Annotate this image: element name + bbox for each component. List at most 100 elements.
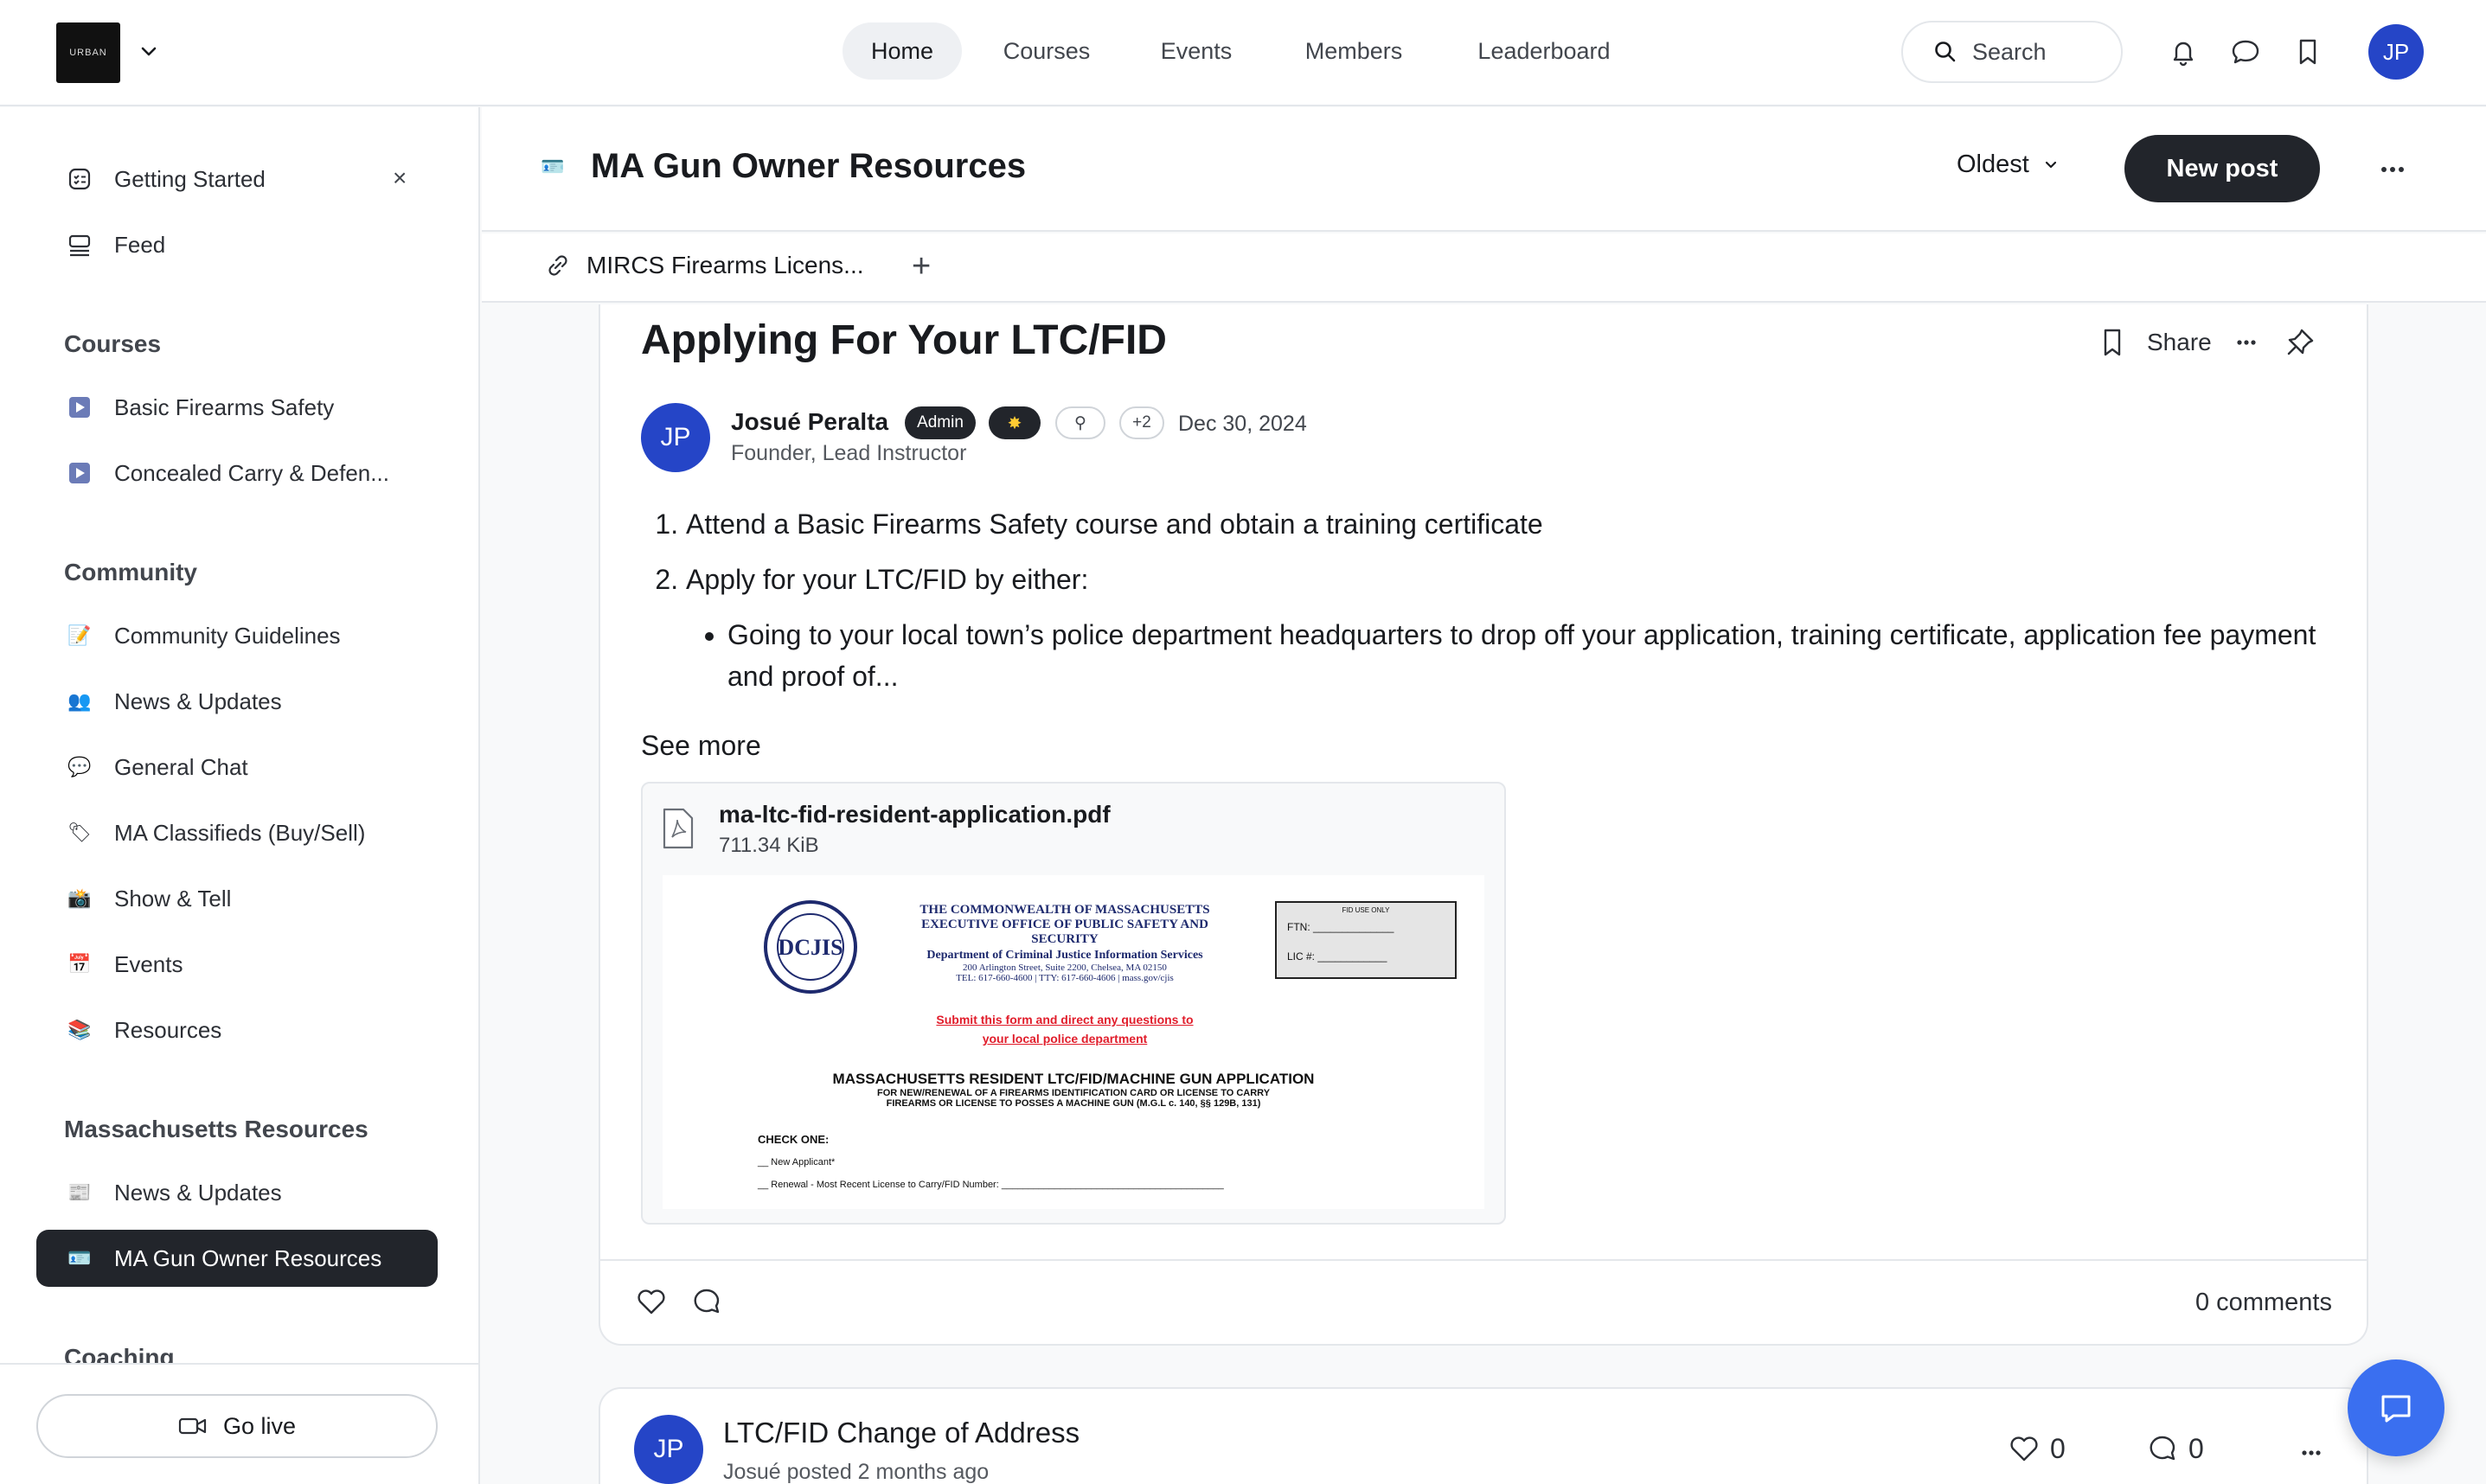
comment-count-value: 0: [2188, 1432, 2204, 1464]
form-subtitle: FOR NEW/RENEWAL OF A FIREARMS IDENTIFICA…: [876, 1088, 1271, 1098]
sidebar-item-basic-firearms-safety[interactable]: Basic Firearms Safety: [36, 379, 438, 436]
post-actions: Share: [2097, 325, 2317, 360]
post-meta: Josué posted 2 months ago: [723, 1460, 990, 1484]
space-link-label: MIRCS Firearms Licens...: [586, 252, 864, 278]
go-live-button[interactable]: Go live: [36, 1394, 438, 1458]
comments-count[interactable]: 0 comments: [2195, 1289, 2332, 1317]
sidebar-item-feed[interactable]: Feed: [36, 216, 438, 273]
close-icon[interactable]: ×: [393, 164, 419, 191]
sidebar-item-getting-started[interactable]: Getting Started: [36, 150, 438, 208]
nav-tab-events[interactable]: Events: [1140, 22, 1253, 80]
author-role: Founder, Lead Instructor: [731, 441, 967, 465]
more-badges[interactable]: +2: [1119, 406, 1164, 439]
go-live-label: Go live: [222, 1412, 297, 1439]
sidebar-item-label: Concealed Carry & Defen...: [114, 459, 389, 486]
sidebar-item-ma-news-updates[interactable]: 📰 News & Updates: [36, 1164, 438, 1221]
sidebar-item-events[interactable]: 📅 Events: [36, 936, 438, 993]
space-link[interactable]: MIRCS Firearms Licens...: [543, 251, 864, 280]
sidebar-item-general-chat[interactable]: 💬 General Chat: [36, 739, 438, 796]
chevron-down-icon: [2045, 161, 2056, 168]
post-title[interactable]: LTC/FID Change of Address: [723, 1417, 1080, 1449]
sidebar-item-label: Resources: [114, 1016, 222, 1043]
author-avatar[interactable]: JP: [641, 403, 710, 472]
more-options-icon[interactable]: [2375, 152, 2410, 187]
search-icon: [1935, 42, 1956, 62]
author-name[interactable]: Josué Peralta: [731, 408, 888, 436]
user-avatar[interactable]: JP: [2368, 24, 2424, 80]
form-title: MASSACHUSETTS RESIDENT LTC/FID/MACHINE G…: [832, 1071, 1315, 1087]
sidebar-heading-courses[interactable]: Courses: [64, 330, 161, 358]
sidebar-item-label: Getting Started: [114, 165, 266, 192]
rank-badge-icon: ⚲: [1055, 406, 1105, 439]
preview-line: EXECUTIVE OFFICE OF PUBLIC SAFETY AND SE…: [921, 918, 1208, 946]
bell-icon[interactable]: [2166, 35, 2201, 69]
community-logo[interactable]: URBAN: [56, 22, 120, 83]
sidebar-item-label: MA Classifieds (Buy/Sell): [114, 819, 366, 846]
preview-line: Department of Criminal Justice Informati…: [926, 949, 1203, 962]
nav-tab-home[interactable]: Home: [843, 22, 962, 80]
sidebar-item-show-tell[interactable]: 📸 Show & Tell: [36, 870, 438, 927]
sidebar-item-label: News & Updates: [114, 688, 282, 714]
newspaper-icon: 📰: [67, 1181, 92, 1203]
preview-red-line: Submit this form and direct any question…: [936, 1013, 1194, 1027]
page-title: MA Gun Owner Resources: [591, 147, 1027, 185]
chevron-down-icon[interactable]: [137, 42, 161, 62]
calendar-icon: 📅: [67, 953, 92, 975]
pdf-preview[interactable]: DCJIS THE COMMONWEALTH OF MASSACHUSETTS …: [663, 875, 1484, 1209]
check-one-label: CHECK ONE:: [758, 1133, 830, 1146]
share-button[interactable]: Share: [2147, 329, 2212, 356]
sort-dropdown[interactable]: Oldest: [1957, 150, 2066, 179]
post-date: Dec 30, 2024: [1178, 412, 1307, 436]
sidebar-item-resources[interactable]: 📚 Resources: [36, 1001, 438, 1059]
bookmark-icon[interactable]: [2097, 325, 2128, 360]
see-more-link[interactable]: See more: [641, 730, 761, 762]
nav-tab-members[interactable]: Members: [1289, 22, 1419, 80]
author-avatar[interactable]: JP: [634, 1415, 703, 1484]
admin-badge: Admin: [905, 406, 976, 439]
sidebar-item-label: Basic Firearms Safety: [114, 393, 335, 420]
tag-icon: 🏷: [67, 822, 92, 843]
preview-line: 200 Arlington Street, Suite 2200, Chelse…: [963, 963, 1167, 973]
seal-text: DCJIS: [778, 935, 843, 960]
chat-bubble-icon[interactable]: [2228, 35, 2263, 69]
nav-tab-courses[interactable]: Courses: [986, 22, 1107, 80]
chat-icon: [2381, 1395, 2411, 1423]
like-count-value: 0: [2050, 1432, 2066, 1464]
sidebar-item-ma-classifieds[interactable]: 🏷 MA Classifieds (Buy/Sell): [36, 804, 438, 861]
post-divider: [599, 1259, 2368, 1261]
new-post-button[interactable]: New post: [2124, 135, 2320, 202]
post-title[interactable]: Applying For Your LTC/FID: [641, 317, 1167, 364]
more-options-icon[interactable]: [2229, 325, 2264, 360]
post-step: Attend a Basic Firearms Safety course an…: [686, 503, 2336, 545]
like-count[interactable]: 0: [2007, 1432, 2066, 1465]
sidebar-item-community-guidelines[interactable]: 📝 Community Guidelines: [36, 607, 438, 664]
nav-tab-leaderboard[interactable]: Leaderboard: [1453, 22, 1635, 80]
camera-icon: 📸: [67, 887, 92, 909]
sidebar-heading-coaching[interactable]: Coaching: [64, 1344, 175, 1365]
sidebar-item-label: MA Gun Owner Resources: [114, 1244, 382, 1271]
sidebar-item-concealed-carry[interactable]: Concealed Carry & Defen...: [36, 445, 438, 502]
form-subtitle: FIREARMS OR LICENSE TO POSSES A MACHINE …: [886, 1098, 1261, 1109]
add-link-icon[interactable]: +: [912, 250, 943, 283]
heart-icon[interactable]: [635, 1285, 668, 1318]
sidebar-item-ma-gun-owner-resources[interactable]: 🪪 MA Gun Owner Resources: [36, 1230, 438, 1287]
sidebar-heading-community[interactable]: Community: [64, 559, 197, 586]
box-heading: FID USE ONLY: [1342, 906, 1390, 914]
sidebar-item-label: News & Updates: [114, 1179, 282, 1206]
option-label: New Applicant*: [771, 1157, 836, 1167]
bookmark-icon[interactable]: [2291, 35, 2325, 69]
post-bullet: Going to your local town’s police depart…: [727, 614, 2336, 697]
comment-icon[interactable]: [690, 1285, 723, 1318]
attachment-filename[interactable]: ma-ltc-fid-resident-application.pdf: [719, 801, 1111, 828]
search-button[interactable]: Search: [1901, 21, 2123, 83]
sidebar-item-news-updates[interactable]: 👥 News & Updates: [36, 673, 438, 730]
pin-icon[interactable]: [2283, 325, 2317, 360]
link-icon: [548, 255, 567, 276]
chat-widget-button[interactable]: [2348, 1359, 2444, 1456]
sidebar-heading-ma-resources[interactable]: Massachusetts Resources: [64, 1116, 368, 1143]
box-ftn: FTN:: [1287, 921, 1310, 933]
comment-count[interactable]: 0: [2145, 1432, 2204, 1465]
sidebar-item-label: Events: [114, 950, 183, 977]
sidebar-item-label: Feed: [114, 231, 166, 258]
more-options-icon[interactable]: [2294, 1436, 2329, 1470]
